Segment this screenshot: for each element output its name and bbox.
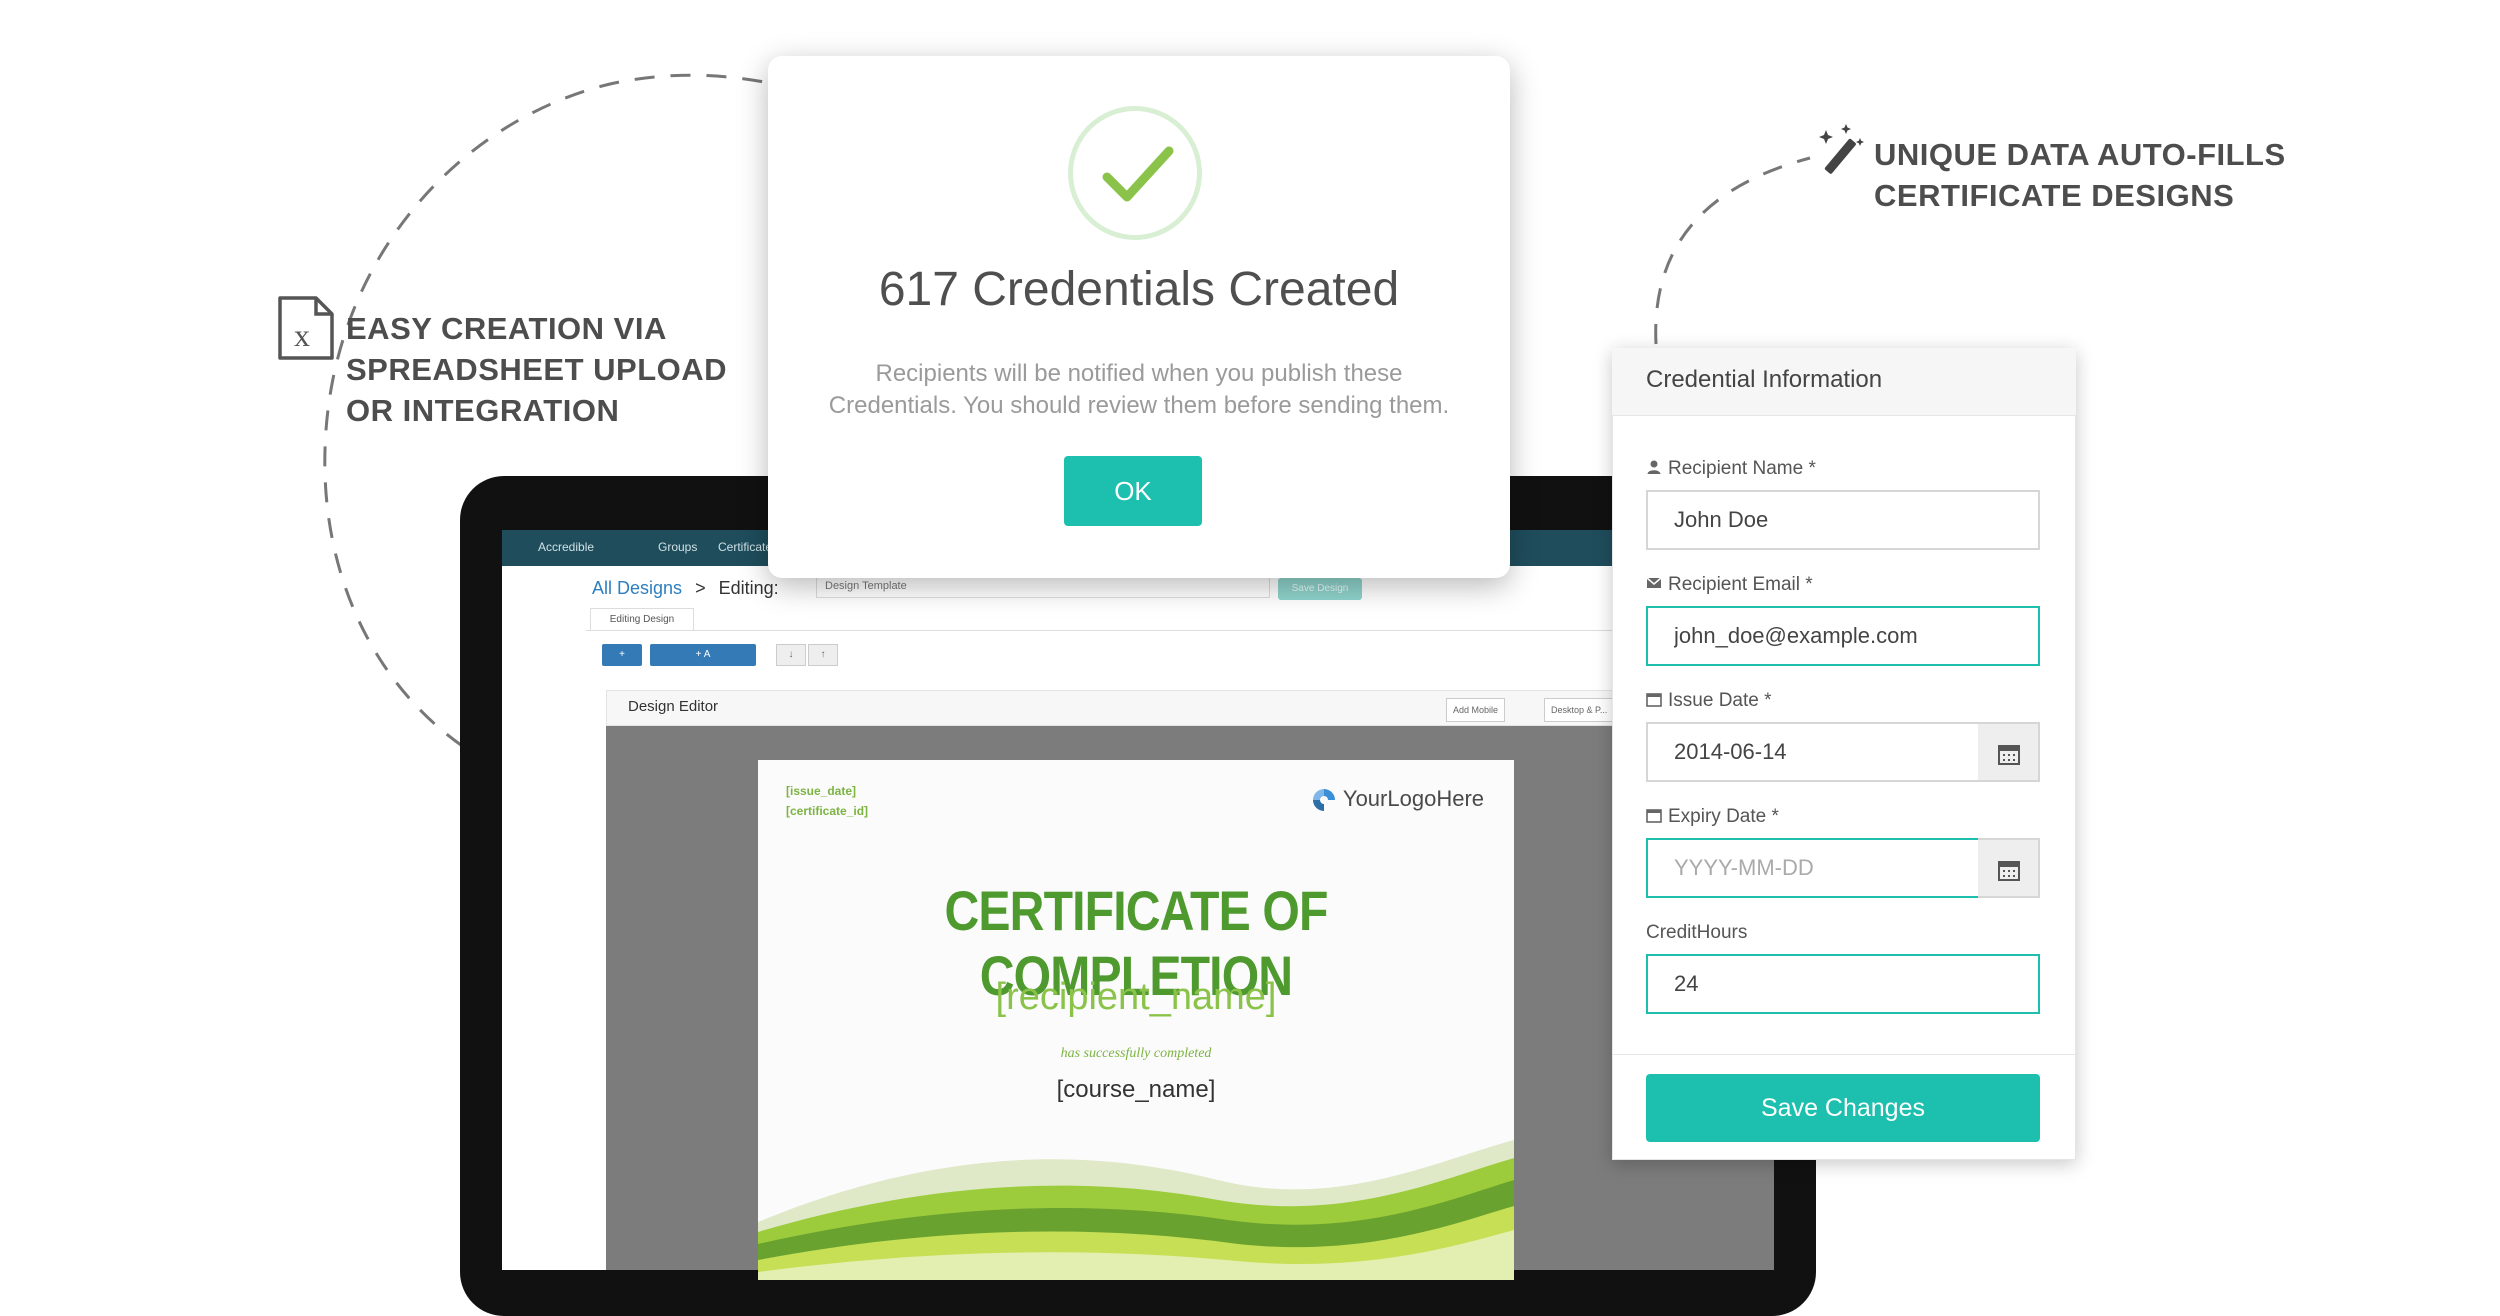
app-brand[interactable]: Accredible	[538, 540, 594, 554]
callout-line: EASY CREATION VIA	[346, 311, 667, 346]
design-template-input[interactable]: Design Template	[816, 576, 1270, 598]
calendar-icon	[1998, 745, 2020, 765]
save-design-button[interactable]: Save Design	[1278, 578, 1362, 600]
modal-message-line: Credentials. You should review them befo…	[828, 392, 1450, 419]
expiry-date-calendar-button[interactable]	[1978, 838, 2040, 898]
label-text: Expiry Date *	[1668, 806, 1779, 827]
view-desktop-button[interactable]: Desktop & P...	[1544, 698, 1615, 722]
callout-line: SPREADSHEET UPLOAD	[346, 352, 728, 387]
move-up-button[interactable]: ↑	[808, 644, 838, 666]
svg-text:x: x	[294, 317, 310, 353]
magic-wand-icon	[1816, 122, 1872, 183]
tab-editing-design[interactable]: Editing Design	[590, 608, 694, 631]
toolbar-divider	[586, 630, 1774, 631]
calendar-icon	[1998, 861, 2020, 881]
add-text-button[interactable]: + A	[650, 644, 756, 666]
expiry-date-label: Expiry Date *	[1646, 806, 1779, 828]
breadcrumb: All Designs > Editing:	[592, 578, 779, 599]
credit-hours-label: CreditHours	[1646, 922, 1748, 943]
callout-line: OR INTEGRATION	[346, 393, 620, 428]
callout-spreadsheet-upload: EASY CREATION VIA SPREADSHEET UPLOAD OR …	[346, 308, 727, 431]
view-mobile-button[interactable]: Add Mobile	[1446, 698, 1506, 722]
editing-label: Editing:	[718, 578, 779, 598]
design-editor-title: Design Editor	[628, 698, 719, 715]
move-down-button[interactable]: ↓	[776, 644, 806, 666]
panel-title: Credential Information	[1646, 366, 1883, 393]
callout-auto-fill: UNIQUE DATA AUTO-FILLS CERTIFICATE DESIG…	[1874, 134, 2286, 216]
expiry-date-input[interactable]	[1646, 838, 1980, 898]
label-text: Recipient Email *	[1668, 574, 1813, 595]
user-icon	[1647, 460, 1661, 474]
all-designs-link[interactable]: All Designs	[592, 578, 682, 598]
success-check-icon	[1068, 106, 1202, 240]
callout-line: UNIQUE DATA AUTO-FILLS	[1874, 137, 2286, 172]
certificate-preview: [issue_date] [certificate_id] YourLogoHe…	[758, 760, 1514, 1280]
calendar-icon	[1646, 809, 1662, 823]
issue-date-calendar-button[interactable]	[1978, 722, 2040, 782]
nav-groups[interactable]: Groups	[658, 540, 697, 554]
recipient-email-input[interactable]	[1646, 606, 2040, 666]
modal-message-line: Recipients will be notified when you pub…	[875, 360, 1403, 387]
breadcrumb-separator: >	[695, 578, 706, 598]
spreadsheet-icon: x	[276, 296, 336, 365]
recipient-email-label: Recipient Email *	[1646, 574, 1813, 596]
recipient-name-input[interactable]	[1646, 490, 2040, 550]
certificate-wave-graphic	[758, 1140, 1514, 1280]
callout-line: CERTIFICATE DESIGNS	[1874, 178, 2235, 213]
calendar-icon	[1646, 693, 1662, 707]
envelope-icon	[1646, 577, 1662, 588]
panel-footer-divider	[1612, 1054, 2076, 1055]
modal-title: 617 Credentials Created	[878, 263, 1400, 316]
label-text: Issue Date *	[1668, 690, 1772, 711]
credit-hours-input[interactable]	[1646, 954, 2040, 1014]
add-image-button[interactable]: +	[602, 644, 642, 666]
ok-button[interactable]: OK	[1064, 456, 1202, 526]
recipient-name-label: Recipient Name *	[1646, 458, 1816, 480]
save-changes-button[interactable]: Save Changes	[1646, 1074, 2040, 1142]
issue-date-label: Issue Date *	[1646, 690, 1772, 712]
modal-message: Recipients will be notified when you pub…	[768, 358, 1510, 422]
issue-date-input[interactable]	[1646, 722, 1980, 782]
label-text: Recipient Name *	[1668, 458, 1816, 479]
